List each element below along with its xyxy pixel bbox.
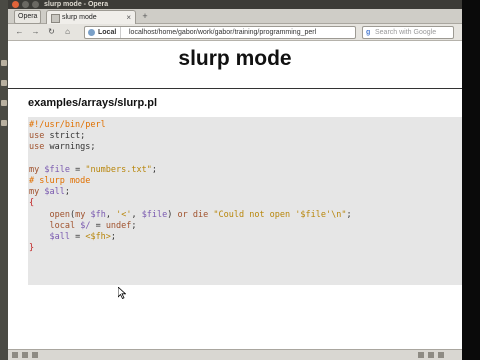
navigation-toolbar: ← → ↻ ⌂ Local localhost/home/gabor/work/… xyxy=(8,24,462,41)
launcher-icon[interactable] xyxy=(1,120,7,126)
status-icon[interactable] xyxy=(438,352,444,358)
launcher-icon[interactable] xyxy=(1,60,7,66)
maximize-window-button[interactable] xyxy=(32,1,39,8)
panel-toggle-icon[interactable] xyxy=(12,352,18,358)
tab-title: slurp mode xyxy=(62,14,97,21)
status-icon[interactable] xyxy=(428,352,434,358)
address-security-label: Local xyxy=(98,27,122,38)
status-icon[interactable] xyxy=(22,352,28,358)
code-block: #!/usr/bin/perl use strict; use warnings… xyxy=(28,117,462,285)
page-favicon-icon xyxy=(51,14,60,23)
tab-bar: Opera slurp mode × + xyxy=(8,9,462,24)
perl-source-code: #!/usr/bin/perl use strict; use warnings… xyxy=(29,120,352,254)
desktop-launcher-strip xyxy=(0,0,8,360)
window-controls xyxy=(12,1,39,8)
close-window-button[interactable] xyxy=(12,1,19,8)
title-divider xyxy=(8,88,462,89)
zoom-icon[interactable] xyxy=(418,352,424,358)
desktop-right-edge xyxy=(462,0,480,360)
google-icon: g xyxy=(366,29,371,36)
search-field[interactable]: g Search with Google xyxy=(362,26,454,39)
forward-button[interactable]: → xyxy=(30,26,41,37)
address-url[interactable]: localhost/home/gabor/work/gabor/training… xyxy=(129,27,316,38)
page-title: slurp mode xyxy=(178,47,292,70)
launcher-icon[interactable] xyxy=(1,80,7,86)
new-tab-button[interactable]: + xyxy=(140,12,150,21)
launcher-icon[interactable] xyxy=(1,100,7,106)
window-title: slurp mode - Opera xyxy=(44,1,109,8)
tab-slurp-mode[interactable]: slurp mode × xyxy=(46,10,136,24)
window-titlebar: slurp mode - Opera xyxy=(8,0,462,9)
mouse-pointer-icon xyxy=(118,287,126,299)
back-button[interactable]: ← xyxy=(14,26,25,37)
minimize-window-button[interactable] xyxy=(22,1,29,8)
reload-button[interactable]: ↻ xyxy=(46,26,57,37)
screen: slurp mode - Opera Opera slurp mode × + … xyxy=(0,0,480,360)
page-viewport: slurp mode examples/arrays/slurp.pl #!/u… xyxy=(8,41,462,349)
address-bar[interactable]: Local localhost/home/gabor/work/gabor/tr… xyxy=(84,26,356,39)
globe-icon xyxy=(88,29,95,36)
search-placeholder[interactable]: Search with Google xyxy=(375,27,436,38)
status-bar xyxy=(8,349,462,360)
status-icon[interactable] xyxy=(32,352,38,358)
file-path-heading: examples/arrays/slurp.pl xyxy=(28,97,158,109)
tab-close-icon[interactable]: × xyxy=(126,11,131,24)
opera-menu-button[interactable]: Opera xyxy=(14,10,42,24)
home-button[interactable]: ⌂ xyxy=(62,26,73,37)
